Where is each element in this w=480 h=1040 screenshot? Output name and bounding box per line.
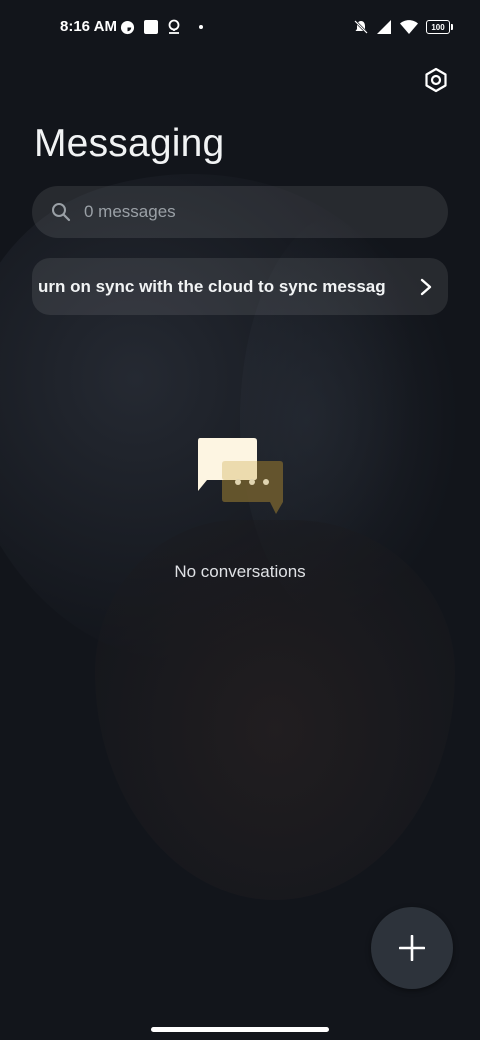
sync-banner[interactable]: urn on sync with the cloud to sync messa…: [32, 258, 448, 315]
plus-icon: [399, 935, 425, 961]
status-bar: 8:16 AM 100: [0, 0, 480, 56]
messaging-screen: 8:16 AM 100 Messaging 0 messages urn on …: [0, 0, 480, 1040]
status-left-icons: [120, 18, 203, 36]
sync-banner-text: urn on sync with the cloud to sync messa…: [38, 276, 386, 296]
sync-banner-text-container: urn on sync with the cloud to sync messa…: [32, 277, 404, 297]
status-time: 8:16 AM: [60, 18, 117, 35]
vibrate-icon: [354, 20, 368, 34]
search-icon: [50, 201, 72, 223]
battery-level: 100: [431, 22, 445, 32]
settings-gear-icon: [425, 67, 447, 93]
signal-icon: [376, 20, 392, 34]
search-input[interactable]: [82, 191, 448, 233]
chevron-right-icon[interactable]: [404, 278, 448, 296]
navigation-handle[interactable]: [151, 1027, 329, 1032]
search-bar[interactable]: [32, 186, 448, 238]
location-pin-icon: [167, 19, 181, 35]
square-notification-icon: [143, 19, 159, 35]
dot-icon: [199, 25, 203, 29]
empty-state-text: No conversations: [174, 562, 306, 581]
chat-bubbles-icon: [192, 436, 292, 520]
data-saver-icon: [120, 20, 135, 35]
wifi-icon: [400, 20, 418, 34]
settings-button[interactable]: [416, 60, 456, 100]
battery-icon: 100: [426, 20, 453, 34]
page-title: Messaging: [34, 122, 225, 165]
new-conversation-button[interactable]: [371, 907, 453, 989]
status-right-icons: 100: [354, 17, 453, 37]
